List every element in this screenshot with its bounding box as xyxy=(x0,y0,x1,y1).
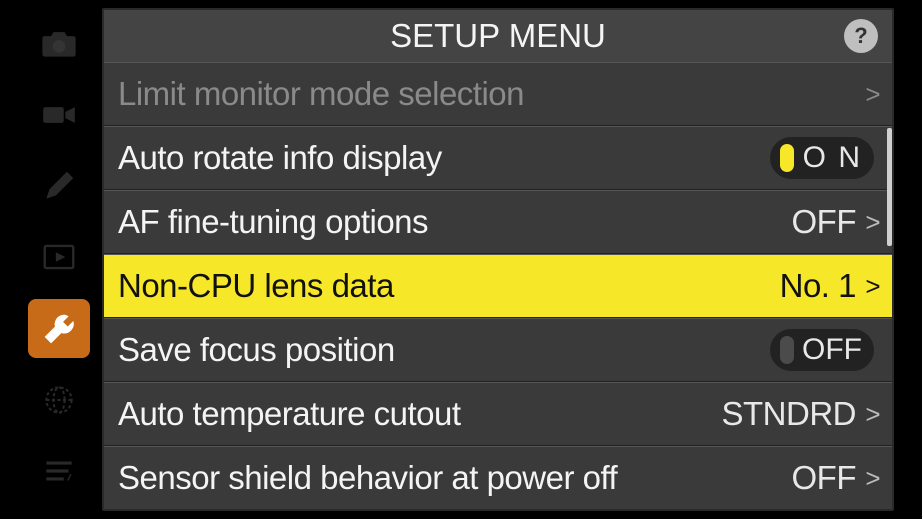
camera-icon xyxy=(40,25,78,63)
chevron-right-icon: > xyxy=(856,463,880,494)
globe-icon xyxy=(40,381,78,419)
menu-row-non-cpu-lens-data[interactable]: Non-CPU lens data No. 1 > xyxy=(104,254,892,318)
toggle-knob xyxy=(780,336,794,364)
menu-row-value: OFF xyxy=(792,459,856,497)
scrollbar-thumb[interactable] xyxy=(887,128,892,246)
mymenu-icon xyxy=(40,452,78,490)
menu-row-label: Sensor shield behavior at power off xyxy=(118,459,792,497)
menu-row-value: STNDRD xyxy=(722,395,857,433)
panel-header: SETUP MENU ? xyxy=(104,10,892,62)
menu-row-auto-rotate-info[interactable]: Auto rotate info display O N xyxy=(104,126,892,190)
menu-list: Limit monitor mode selection > Auto rota… xyxy=(104,62,892,509)
wrench-icon xyxy=(40,310,78,348)
menu-row-value: No. 1 xyxy=(780,267,856,305)
toggle-knob xyxy=(780,144,794,172)
chevron-right-icon: > xyxy=(856,399,880,430)
sidebar-item-pencil[interactable] xyxy=(28,157,90,216)
menu-row-label: Auto rotate info display xyxy=(118,139,770,177)
playback-icon xyxy=(40,238,78,276)
menu-row-sensor-shield-behavior[interactable]: Sensor shield behavior at power off OFF … xyxy=(104,446,892,509)
sidebar-item-setup[interactable] xyxy=(28,299,90,358)
help-button[interactable]: ? xyxy=(844,19,878,53)
chevron-right-icon: > xyxy=(856,79,880,110)
toggle-label: OFF xyxy=(802,333,864,367)
sidebar-item-network[interactable] xyxy=(28,370,90,429)
menu-row-label: Limit monitor mode selection xyxy=(118,75,856,113)
sidebar-item-camera[interactable] xyxy=(28,14,90,73)
menu-row-auto-temperature-cutout[interactable]: Auto temperature cutout STNDRD > xyxy=(104,382,892,446)
menu-row-value: OFF xyxy=(792,203,856,241)
menu-row-save-focus-position[interactable]: Save focus position OFF xyxy=(104,318,892,382)
sidebar-item-video[interactable] xyxy=(28,85,90,144)
menu-row-label: AF fine-tuning options xyxy=(118,203,792,241)
menu-row-af-fine-tuning[interactable]: AF fine-tuning options OFF > xyxy=(104,190,892,254)
toggle-label: O N xyxy=(803,141,864,175)
menu-row-label: Auto temperature cutout xyxy=(118,395,722,433)
sidebar xyxy=(28,8,102,511)
main-panel: SETUP MENU ? Limit monitor mode selectio… xyxy=(102,8,894,511)
toggle-off[interactable]: OFF xyxy=(770,329,874,371)
sidebar-item-mymenu[interactable] xyxy=(28,442,90,501)
camera-menu-screen: SETUP MENU ? Limit monitor mode selectio… xyxy=(0,0,922,519)
toggle-on[interactable]: O N xyxy=(770,137,874,179)
menu-row-limit-monitor-mode: Limit monitor mode selection > xyxy=(104,62,892,126)
pencil-icon xyxy=(40,167,78,205)
menu-row-label: Save focus position xyxy=(118,331,770,369)
video-icon xyxy=(40,96,78,134)
menu-row-label: Non-CPU lens data xyxy=(118,267,780,305)
chevron-right-icon: > xyxy=(856,271,880,302)
chevron-right-icon: > xyxy=(856,207,880,238)
sidebar-item-playback[interactable] xyxy=(28,228,90,287)
page-title: SETUP MENU xyxy=(390,17,606,55)
frame-inner: SETUP MENU ? Limit monitor mode selectio… xyxy=(28,8,894,511)
